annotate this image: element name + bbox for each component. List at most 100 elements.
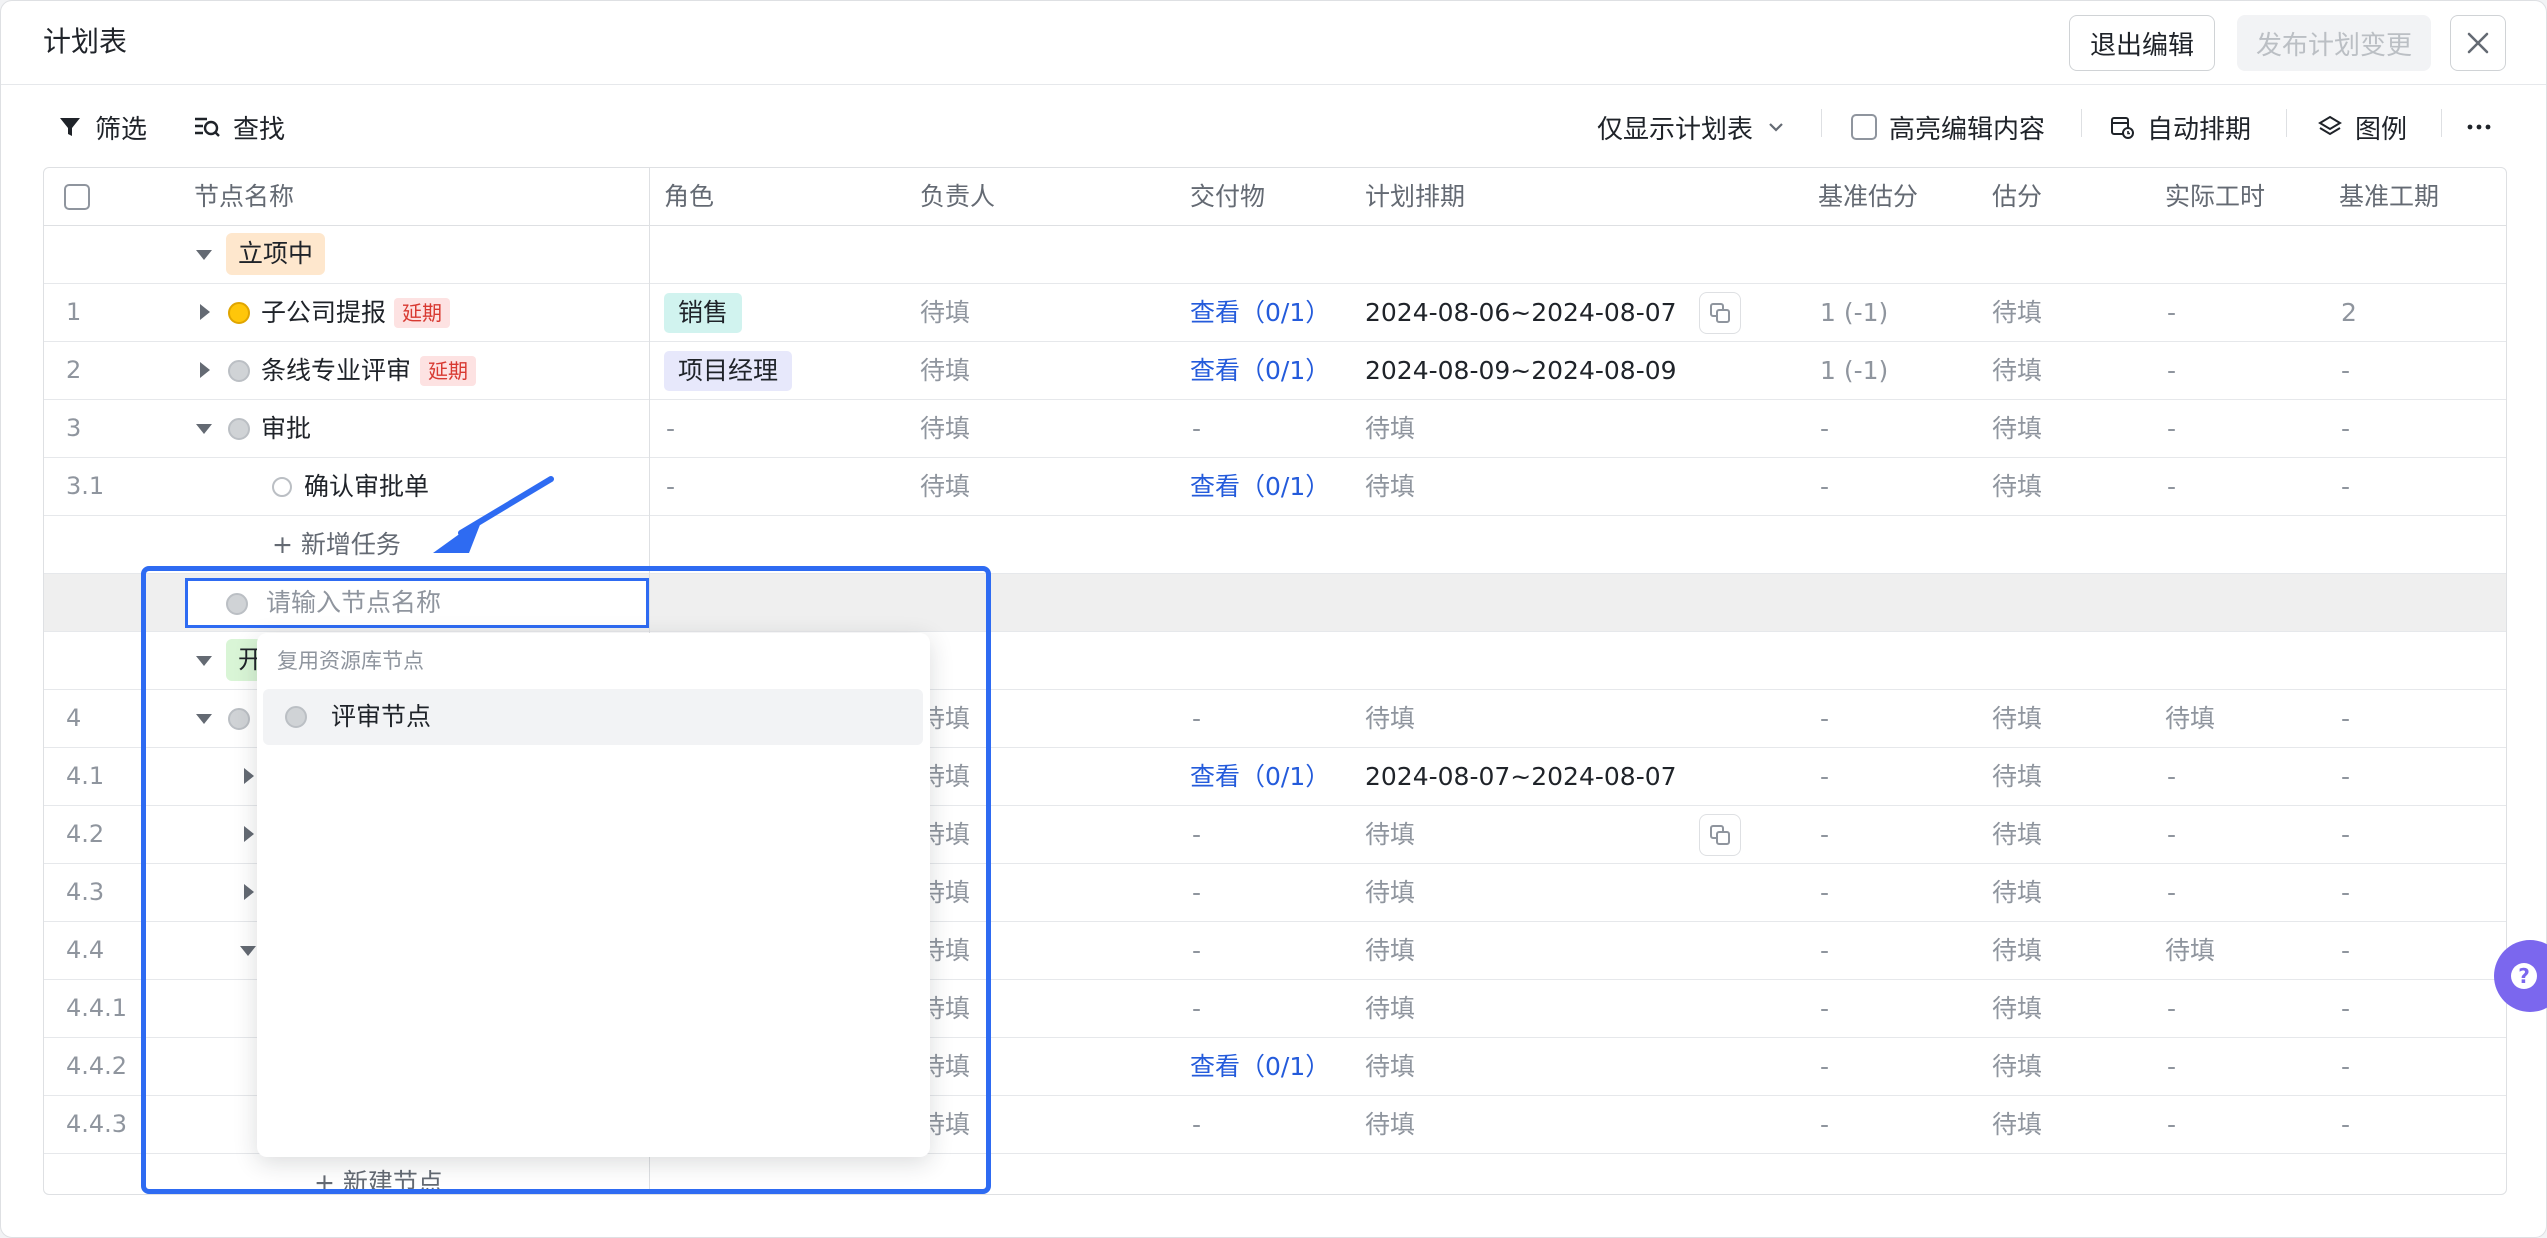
node-name[interactable]: 子公司提报	[261, 284, 386, 341]
expand-icon[interactable]	[200, 304, 210, 320]
base-estimate-cell[interactable]: -	[1820, 1038, 1829, 1095]
deliverable-link[interactable]: 查看（0/1）	[1190, 458, 1330, 515]
deliverable-link[interactable]: 查看（0/1）	[1190, 1038, 1330, 1095]
legend-label: 图例	[2355, 114, 2408, 145]
actual-hours-cell: -	[2167, 762, 2177, 791]
base-duration-cell: 2	[2341, 298, 2357, 327]
role-tag[interactable]: 项目经理	[664, 351, 793, 391]
copy-icon	[1710, 303, 1730, 323]
base-estimate-cell[interactable]: -	[1820, 748, 1829, 805]
deliverable-cell: -	[1192, 994, 1202, 1023]
stage-row[interactable]: 立项中	[44, 226, 2506, 284]
role-cell[interactable]: -	[666, 458, 675, 515]
table-row[interactable]: 2 条线专业评审 延期 项目经理 待填 查看（0/1） 2024-08-09~2…	[44, 342, 2506, 400]
table-row[interactable]: 1 子公司提报 延期 销售 待填 查看（0/1） 2024-08-06~2024…	[44, 284, 2506, 342]
schedule-cell[interactable]: 2024-08-06~2024-08-07	[1365, 284, 1677, 341]
node-name[interactable]: 确认审批单	[304, 458, 429, 515]
schedule-cell[interactable]: 待填	[1365, 690, 1415, 747]
actual-hours-cell: -	[2167, 1110, 2177, 1139]
schedule-cell[interactable]: 待填	[1365, 980, 1415, 1037]
highlight-checkbox[interactable]	[1851, 114, 1877, 140]
search-label: 查找	[233, 114, 286, 145]
legend-button[interactable]: 图例	[2317, 105, 2407, 149]
role-cell[interactable]: -	[666, 400, 675, 457]
base-estimate-cell[interactable]: -	[1820, 864, 1829, 921]
copy-button[interactable]	[1699, 292, 1741, 334]
copy-button[interactable]	[1699, 814, 1741, 856]
owner-cell[interactable]: 待填	[920, 400, 970, 457]
deliverable-link[interactable]: 查看（0/1）	[1190, 284, 1330, 341]
base-estimate-cell[interactable]: -	[1820, 980, 1829, 1037]
role-tag[interactable]: 销售	[664, 293, 743, 333]
toolbar-divider	[2441, 109, 2442, 137]
header-base-duration: 基准工期	[2339, 182, 2440, 211]
schedule-cell[interactable]: 2024-08-09~2024-08-09	[1365, 342, 1677, 399]
base-estimate-cell[interactable]: -	[1820, 922, 1829, 979]
deliverable-cell: -	[1192, 1110, 1202, 1139]
owner-cell[interactable]: 待填	[920, 458, 970, 515]
auto-schedule-button[interactable]: 自动排期	[2109, 105, 2251, 149]
task-status-icon[interactable]	[272, 477, 292, 497]
schedule-cell[interactable]: 待填	[1365, 458, 1415, 515]
schedule-cell[interactable]: 待填	[1365, 806, 1415, 863]
estimate-cell[interactable]: 待填	[1992, 806, 2042, 863]
schedule-cell[interactable]: 待填	[1365, 864, 1415, 921]
row-number: 4.1	[66, 762, 105, 790]
estimate-cell[interactable]: 待填	[1992, 864, 2042, 921]
node-name[interactable]: 条线专业评审	[261, 342, 411, 399]
filter-label: 筛选	[95, 114, 148, 145]
estimate-cell[interactable]: 待填	[1992, 748, 2042, 805]
schedule-cell[interactable]: 待填	[1365, 922, 1415, 979]
base-estimate-cell[interactable]: 1 (-1)	[1820, 342, 1888, 399]
estimate-cell[interactable]: 待填	[1992, 1096, 2042, 1153]
exit-edit-button[interactable]: 退出编辑	[2069, 15, 2215, 71]
view-select[interactable]: 仅显示计划表	[1597, 105, 1787, 149]
highlight-toggle[interactable]: 高亮编辑内容	[1851, 105, 2045, 149]
base-estimate-cell[interactable]: -	[1820, 806, 1829, 863]
estimate-cell[interactable]: 待填	[1992, 458, 2042, 515]
schedule-cell[interactable]: 待填	[1365, 400, 1415, 457]
schedule-cell[interactable]: 2024-08-07~2024-08-07	[1365, 748, 1677, 805]
publish-changes-button[interactable]: 发布计划变更	[2237, 15, 2431, 71]
expand-icon[interactable]	[200, 362, 210, 378]
estimate-cell[interactable]: 待填	[1992, 922, 2042, 979]
base-estimate-cell[interactable]: -	[1820, 400, 1829, 457]
base-duration-cell: -	[2341, 762, 2351, 791]
node-name[interactable]: 审批	[261, 400, 311, 457]
row-number: 3.1	[66, 472, 105, 500]
base-estimate-cell[interactable]: -	[1820, 690, 1829, 747]
table-row[interactable]: 3 审批 - 待填 - 待填 - 待填 - -	[44, 400, 2506, 458]
delay-tag: 延期	[420, 356, 476, 386]
estimate-cell[interactable]: 待填	[1992, 980, 2042, 1037]
deliverable-link[interactable]: 查看（0/1）	[1190, 748, 1330, 805]
schedule-cell[interactable]: 待填	[1365, 1038, 1415, 1095]
collapse-icon[interactable]	[196, 250, 212, 260]
table-row[interactable]: 3.1 确认审批单 - 待填 查看（0/1） 待填 - 待填 - -	[44, 458, 2506, 516]
close-button[interactable]	[2450, 15, 2506, 71]
schedule-cell[interactable]: 待填	[1365, 1096, 1415, 1153]
collapse-icon[interactable]	[196, 424, 212, 434]
owner-cell[interactable]: 待填	[920, 342, 970, 399]
row-number: 4.4.3	[66, 1110, 128, 1138]
estimate-cell[interactable]: 待填	[1992, 690, 2042, 747]
header-role: 角色	[664, 182, 715, 211]
plus-icon: +	[272, 530, 301, 559]
dialog-header: 计划表 退出编辑 发布计划变更	[1, 1, 2546, 85]
estimate-cell[interactable]: 待填	[1992, 1038, 2042, 1095]
estimate-cell[interactable]: 待填	[1992, 284, 2042, 341]
deliverable-link[interactable]: 查看（0/1）	[1190, 342, 1330, 399]
header-owner: 负责人	[920, 182, 996, 211]
more-button[interactable]	[2465, 105, 2493, 149]
base-estimate-cell[interactable]: -	[1820, 458, 1829, 515]
estimate-cell[interactable]: 待填	[1992, 400, 2042, 457]
estimate-cell[interactable]: 待填	[1992, 342, 2042, 399]
select-all-checkbox[interactable]	[64, 184, 90, 210]
owner-cell[interactable]: 待填	[920, 284, 970, 341]
base-estimate-cell[interactable]: 1 (-1)	[1820, 284, 1888, 341]
add-task-button[interactable]: + 新增任务	[272, 516, 401, 573]
search-button[interactable]: 查找	[193, 105, 285, 149]
help-button[interactable]: ?	[2494, 940, 2547, 1012]
filter-button[interactable]: 筛选	[57, 105, 147, 149]
base-estimate-cell[interactable]: -	[1820, 1096, 1829, 1153]
toolbar-divider	[1821, 109, 1822, 137]
